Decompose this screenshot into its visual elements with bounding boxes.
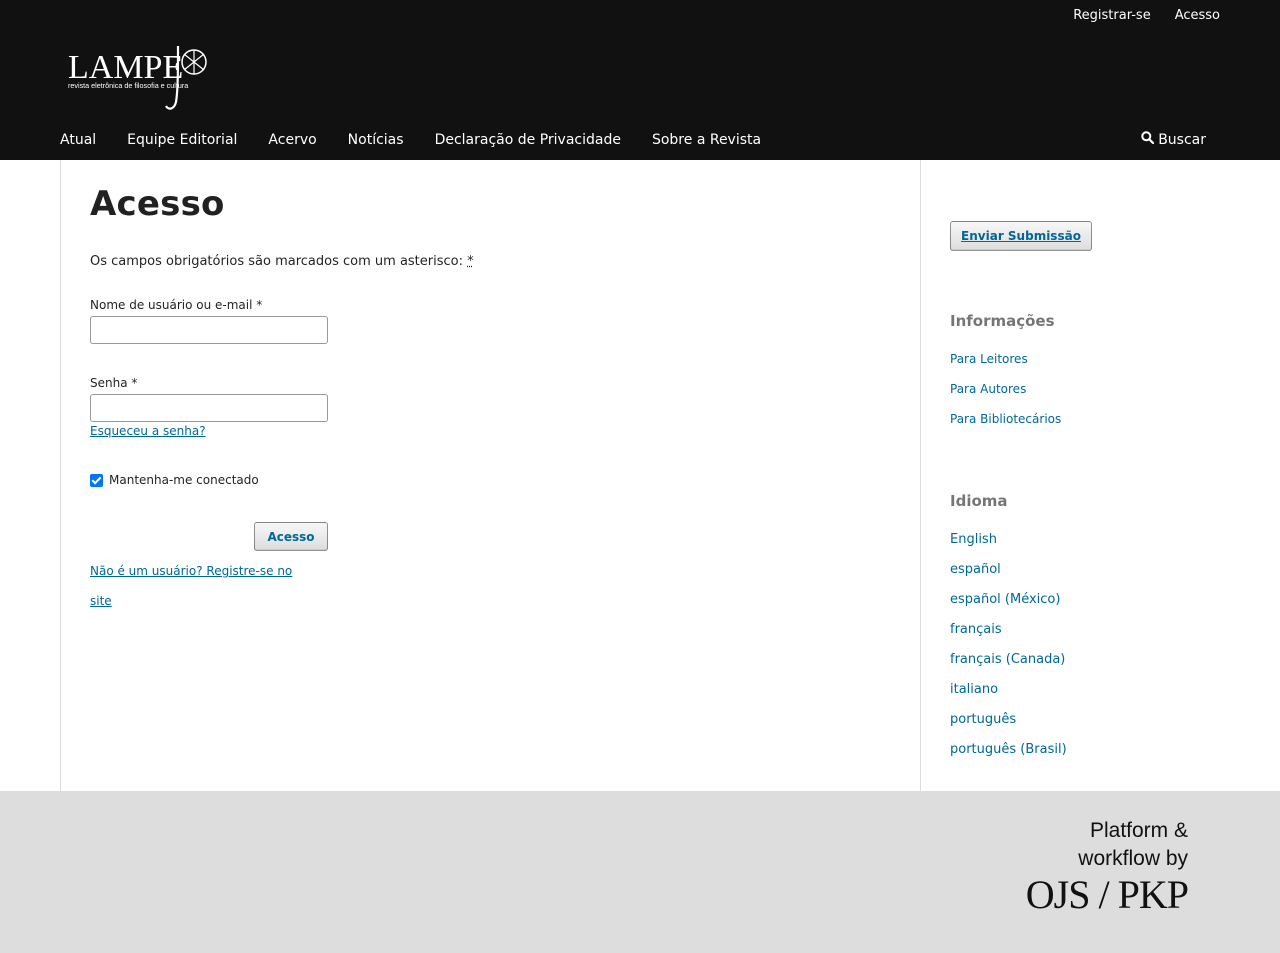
user-nav: Registrar-se Acesso [1073, 6, 1220, 26]
brand-line-2: workflow by [1078, 847, 1188, 870]
info-link-librarians[interactable]: Para Bibliotecários [950, 412, 1061, 426]
forgot-password-link[interactable]: Esqueceu a senha? [90, 424, 206, 438]
nav-item-equipe-editorial[interactable]: Equipe Editorial [127, 128, 237, 152]
language-heading: Idioma [950, 492, 1008, 510]
site-logo[interactable]: LAMPE revista eletrônica de filosofia e … [66, 40, 216, 112]
login-link[interactable]: Acesso [1175, 6, 1220, 26]
required-mark: * [467, 254, 474, 269]
password-label: Senha * [90, 376, 138, 390]
remember-checkbox[interactable] [90, 473, 103, 487]
remember-me: Mantenha-me conectado [90, 473, 259, 487]
list-item: English [950, 528, 1067, 558]
language-link-francais[interactable]: français [950, 622, 1002, 637]
nav-item-declaracao-privacidade[interactable]: Declaração de Privacidade [435, 128, 621, 152]
search-link[interactable]: Buscar [1141, 128, 1206, 152]
language-link-espanol-mexico[interactable]: español (México) [950, 592, 1060, 607]
site-header: Registrar-se Acesso LAMPE revista eletrô… [0, 0, 1280, 160]
list-item: français (Canada) [950, 648, 1067, 678]
nav-item-acervo[interactable]: Acervo [268, 128, 316, 152]
language-link-portugues[interactable]: português [950, 712, 1016, 727]
list-item: português [950, 708, 1067, 738]
login-submit-button[interactable]: Acesso [254, 522, 328, 551]
pkp-brand-link[interactable]: Platform & workflow by OJS / PKP [1025, 817, 1189, 917]
language-link-english[interactable]: English [950, 532, 997, 547]
language-link-espanol[interactable]: español [950, 562, 1001, 577]
register-site-link[interactable]: Não é um usuário? Registre-se no site [90, 556, 310, 616]
ojs-pkp-logo: OJS / PKP [1025, 872, 1189, 917]
search-label: Buscar [1158, 132, 1206, 148]
svg-text:revista eletrônica de filosofi: revista eletrônica de filosofia e cultur… [68, 81, 188, 90]
submit-submission-button[interactable]: Enviar Submissão [950, 221, 1092, 251]
primary-nav: Atual Equipe Editorial Acervo Notícias D… [60, 128, 792, 152]
nav-item-noticias[interactable]: Notícias [348, 128, 404, 152]
search-icon [1141, 128, 1155, 152]
info-link-readers[interactable]: Para Leitores [950, 352, 1028, 366]
password-input[interactable] [90, 394, 328, 422]
language-link-francais-canada[interactable]: français (Canada) [950, 652, 1065, 667]
language-list: English español español (México) françai… [950, 528, 1067, 768]
required-note: Os campos obrigatórios são marcados com … [90, 254, 474, 269]
list-item: español (México) [950, 588, 1067, 618]
info-link-authors[interactable]: Para Autores [950, 382, 1026, 396]
brand-line-1: Platform & [1089, 819, 1188, 842]
language-link-portugues-brasil[interactable]: português (Brasil) [950, 742, 1067, 757]
username-label: Nome de usuário ou e-mail * [90, 298, 263, 312]
remember-label: Mantenha-me conectado [109, 473, 259, 487]
list-item: português (Brasil) [950, 738, 1067, 768]
register-link[interactable]: Registrar-se [1073, 6, 1150, 26]
info-links: Para Leitores Para Autores Para Bibliote… [950, 348, 1061, 438]
list-item: français [950, 618, 1067, 648]
nav-item-atual[interactable]: Atual [60, 128, 96, 152]
list-item: Para Leitores [950, 348, 1061, 378]
page-title: Acesso [90, 184, 225, 224]
list-item: Para Autores [950, 378, 1061, 408]
info-heading: Informações [950, 312, 1055, 330]
list-item: Para Bibliotecários [950, 408, 1061, 438]
username-input[interactable] [90, 316, 328, 344]
list-item: español [950, 558, 1067, 588]
list-item: italiano [950, 678, 1067, 708]
site-footer: Platform & workflow by OJS / PKP [0, 791, 1280, 953]
language-link-italiano[interactable]: italiano [950, 682, 998, 697]
nav-item-sobre-revista[interactable]: Sobre a Revista [652, 128, 761, 152]
